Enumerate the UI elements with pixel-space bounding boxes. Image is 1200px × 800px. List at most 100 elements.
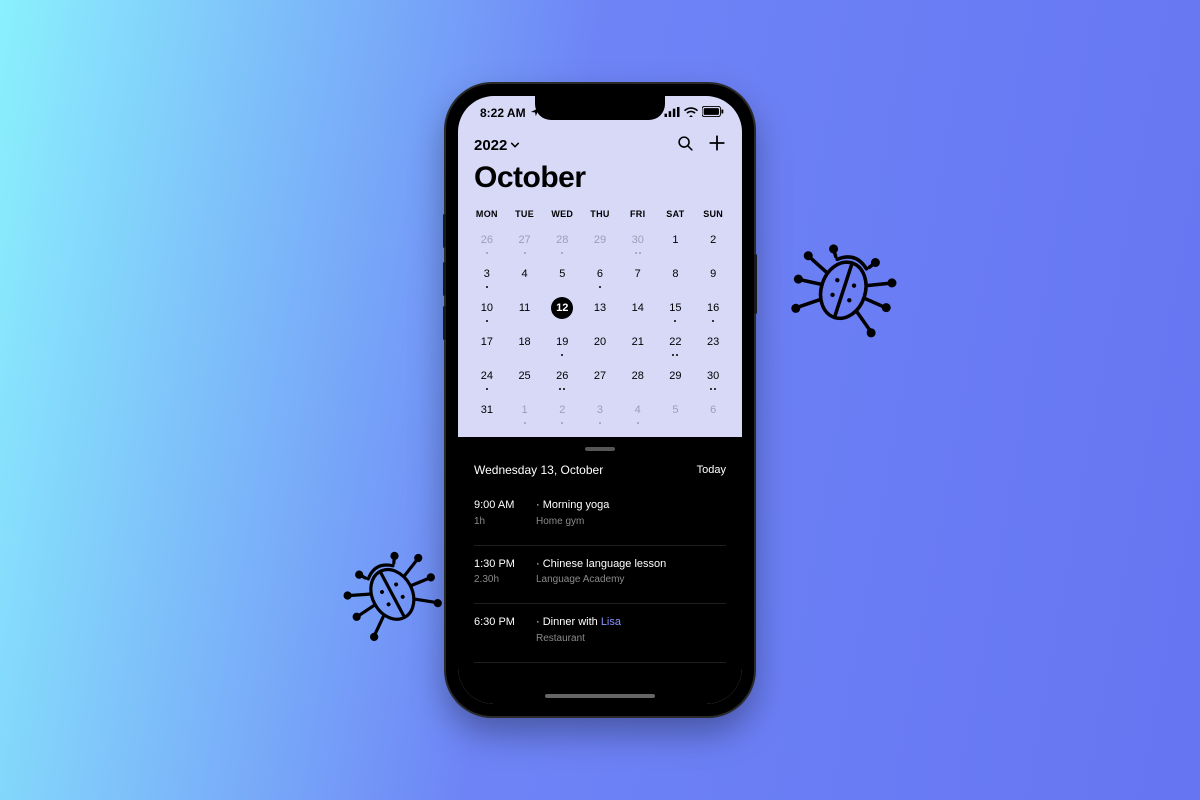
- day-number: 30: [627, 229, 649, 251]
- calendar-day[interactable]: 29: [581, 225, 619, 255]
- day-number: 11: [514, 297, 536, 319]
- day-number: 27: [514, 229, 536, 251]
- day-number: 6: [702, 399, 724, 421]
- event-time: 6:30 PM: [474, 614, 536, 631]
- calendar-day[interactable]: 30: [619, 225, 657, 255]
- add-icon[interactable]: [708, 134, 726, 157]
- calendar-day[interactable]: 1: [506, 395, 544, 425]
- calendar-day[interactable]: 2: [694, 225, 732, 255]
- calendar-day[interactable]: 11: [506, 293, 544, 323]
- event-dots: [543, 422, 581, 424]
- agenda-event[interactable]: 9:00 AM1hMorning yogaHome gym: [474, 487, 726, 546]
- calendar-day[interactable]: 30: [694, 361, 732, 391]
- event-location: Home gym: [536, 514, 726, 529]
- calendar-day[interactable]: 12: [543, 293, 581, 323]
- event-title: Morning yoga: [536, 497, 726, 514]
- calendar-day[interactable]: 19: [543, 327, 581, 357]
- event-duration: 1h: [474, 514, 536, 529]
- event-body: Dinner with LisaRestaurant: [536, 614, 726, 646]
- calendar-day[interactable]: 29: [657, 361, 695, 391]
- calendar-day[interactable]: 6: [694, 395, 732, 425]
- day-number: 18: [514, 331, 536, 353]
- calendar-day[interactable]: 17: [468, 327, 506, 357]
- day-number: 7: [627, 263, 649, 285]
- day-number: 1: [514, 399, 536, 421]
- event-mention: Lisa: [601, 616, 621, 628]
- calendar-grid: MONTUEWEDTHUFRISATSUN 262728293012345678…: [458, 205, 742, 437]
- day-number: 20: [589, 331, 611, 353]
- agenda-event[interactable]: 6:30 PMDinner with LisaRestaurant: [474, 604, 726, 663]
- agenda-date-label: Wednesday 13, October: [474, 463, 603, 477]
- calendar-day[interactable]: 21: [619, 327, 657, 357]
- calendar-day[interactable]: 14: [619, 293, 657, 323]
- calendar-day[interactable]: 1: [657, 225, 695, 255]
- event-dots: [694, 320, 732, 322]
- event-dots: [657, 354, 695, 356]
- day-number: 3: [589, 399, 611, 421]
- drag-handle[interactable]: [585, 447, 615, 451]
- day-number: 14: [627, 297, 649, 319]
- calendar-day[interactable]: 4: [619, 395, 657, 425]
- event-dots: [543, 252, 581, 254]
- month-title: October: [474, 161, 726, 195]
- event-time-col: 6:30 PM: [474, 614, 536, 646]
- chevron-down-icon: [510, 137, 520, 154]
- day-number: 25: [514, 365, 536, 387]
- calendar-day[interactable]: 28: [619, 361, 657, 391]
- day-number: 27: [589, 365, 611, 387]
- bug-icon: [776, 216, 915, 355]
- calendar-day[interactable]: 22: [657, 327, 695, 357]
- year-picker[interactable]: 2022: [474, 137, 520, 154]
- calendar-day[interactable]: 26: [543, 361, 581, 391]
- day-number: 24: [476, 365, 498, 387]
- calendar-day[interactable]: 6: [581, 259, 619, 289]
- event-dots: [468, 388, 506, 390]
- search-icon[interactable]: [677, 135, 694, 157]
- day-number: 1: [664, 229, 686, 251]
- calendar-day[interactable]: 10: [468, 293, 506, 323]
- calendar-day[interactable]: 24: [468, 361, 506, 391]
- calendar-day[interactable]: 13: [581, 293, 619, 323]
- event-body: Morning yogaHome gym: [536, 497, 726, 529]
- calendar-day[interactable]: 26: [468, 225, 506, 255]
- event-body: Chinese language lessonLanguage Academy: [536, 556, 726, 588]
- today-link[interactable]: Today: [697, 464, 726, 476]
- calendar-day[interactable]: 25: [506, 361, 544, 391]
- agenda-panel[interactable]: Wednesday 13, October Today 9:00 AM1hMor…: [458, 437, 742, 704]
- day-number: 10: [476, 297, 498, 319]
- day-of-week-label: SAT: [657, 209, 695, 219]
- calendar-day[interactable]: 23: [694, 327, 732, 357]
- day-number: 9: [702, 263, 724, 285]
- calendar-day[interactable]: 7: [619, 259, 657, 289]
- event-time: 1:30 PM: [474, 556, 536, 573]
- day-number: 21: [627, 331, 649, 353]
- calendar-day[interactable]: 15: [657, 293, 695, 323]
- event-dots: [468, 286, 506, 288]
- calendar-day[interactable]: 8: [657, 259, 695, 289]
- event-dots: [619, 422, 657, 424]
- calendar-day[interactable]: 18: [506, 327, 544, 357]
- calendar-day[interactable]: 2: [543, 395, 581, 425]
- calendar-day[interactable]: 27: [581, 361, 619, 391]
- event-dots: [468, 320, 506, 322]
- day-number: 16: [702, 297, 724, 319]
- agenda-event[interactable]: 1:30 PM2.30hChinese language lessonLangu…: [474, 546, 726, 605]
- calendar-day[interactable]: 31: [468, 395, 506, 425]
- calendar-day[interactable]: 27: [506, 225, 544, 255]
- cellular-icon: [664, 106, 680, 120]
- event-dots: [581, 422, 619, 424]
- calendar-day[interactable]: 9: [694, 259, 732, 289]
- day-number: 23: [702, 331, 724, 353]
- calendar-day[interactable]: 20: [581, 327, 619, 357]
- event-time-col: 1:30 PM2.30h: [474, 556, 536, 588]
- calendar-day[interactable]: 4: [506, 259, 544, 289]
- calendar-day[interactable]: 5: [657, 395, 695, 425]
- calendar-day[interactable]: 3: [581, 395, 619, 425]
- event-dots: [543, 388, 581, 390]
- calendar-day[interactable]: 16: [694, 293, 732, 323]
- day-number: 4: [627, 399, 649, 421]
- calendar-day[interactable]: 28: [543, 225, 581, 255]
- calendar-day[interactable]: 3: [468, 259, 506, 289]
- calendar-day[interactable]: 5: [543, 259, 581, 289]
- home-indicator[interactable]: [545, 694, 655, 698]
